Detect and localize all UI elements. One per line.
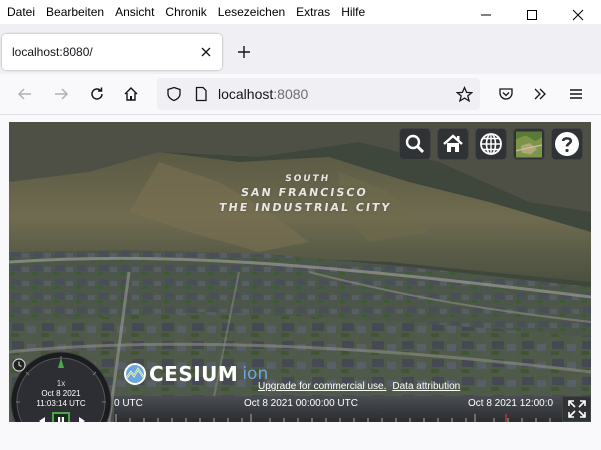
nav-bar: localhost:8080 (0, 74, 601, 115)
home-icon (443, 134, 463, 152)
fullscreen-icon (567, 400, 586, 418)
cesium-ion-logo[interactable]: CESIUM ion (123, 362, 268, 386)
play-forward-button[interactable] (74, 413, 90, 422)
timeline-label-mid: Oct 8 2021 00:00:00 UTC (244, 398, 358, 409)
plus-icon (238, 46, 250, 58)
pause-button[interactable] (52, 412, 70, 422)
upgrade-link[interactable]: Upgrade for commercial use. (258, 381, 386, 392)
menu-datei[interactable]: Datei (5, 0, 37, 24)
animation-time: 11:03:14 UTC (36, 399, 86, 408)
url-text: localhost:8080 (218, 86, 308, 102)
timeline[interactable]: 0 UTC Oct 8 2021 00:00:00 UTC Oct 8 2021… (114, 396, 562, 422)
cesium-viewer[interactable]: SOUTH SAN FRANCISCO THE INDUSTRIAL CITY … (9, 122, 591, 422)
reload-icon (91, 87, 103, 100)
imagery-icon (516, 131, 542, 157)
base-layer-picker-button[interactable] (513, 128, 545, 160)
pocket-icon (499, 88, 513, 100)
url-port: :8080 (273, 86, 309, 102)
help-button[interactable] (551, 128, 583, 160)
animation-date: Oct 8 2021 (41, 389, 81, 398)
close-icon (572, 9, 584, 21)
menu-hilfe[interactable]: Hilfe (339, 0, 367, 24)
geocoder-search-button[interactable] (399, 128, 431, 160)
pocket-button[interactable] (492, 80, 520, 108)
app-menu-button[interactable] (562, 80, 590, 108)
bookmark-button[interactable] (450, 80, 478, 108)
credits: Upgrade for commercial use. Data attribut… (258, 381, 466, 392)
menu-ansicht[interactable]: Ansicht (113, 0, 156, 24)
menu-extras[interactable]: Extras (294, 0, 332, 24)
play-forward-icon (79, 417, 85, 422)
menu-bearbeiten[interactable]: Bearbeiten (44, 0, 106, 24)
scene-mode-button[interactable] (475, 128, 507, 160)
tab-title: localhost:8080/ (12, 45, 93, 59)
hill-text-line2: SAN FRANCISCO (240, 186, 369, 199)
cesium-logo-text: CESIUM (149, 362, 239, 386)
reload-button[interactable] (83, 80, 111, 108)
tab-strip: localhost:8080/ (0, 24, 601, 74)
arrow-right-icon (55, 88, 69, 100)
search-icon (405, 134, 425, 154)
hill-text-line3: THE INDUSTRIAL CITY (218, 201, 393, 214)
animation-speed: 1x (56, 379, 66, 388)
pause-icon (58, 417, 64, 422)
overflow-icon (534, 88, 546, 100)
page-icon (195, 86, 207, 102)
arrow-left-icon (17, 88, 31, 100)
play-reverse-button[interactable] (34, 413, 50, 422)
fullscreen-button[interactable] (562, 396, 591, 422)
close-icon (201, 47, 211, 57)
home-view-button[interactable] (437, 128, 469, 160)
hill-text-line1: SOUTH (284, 174, 331, 184)
cesium-logo-icon (124, 363, 146, 385)
timeline-label-right: Oct 8 2021 12:00:0 (468, 398, 554, 409)
home-icon (124, 87, 138, 101)
animation-widget[interactable]: 1x Oct 8 2021 11:03:14 UTC (9, 350, 113, 422)
forward-button[interactable] (47, 80, 75, 108)
minimize-icon (481, 14, 491, 16)
tab-localhost[interactable]: localhost:8080/ (2, 34, 222, 70)
star-icon (455, 85, 473, 102)
maximize-icon (527, 10, 537, 20)
hamburger-menu-icon (570, 89, 582, 99)
timeline-label-left: 0 UTC (114, 398, 143, 409)
menu-lesezeichen[interactable]: Lesezeichen (216, 0, 287, 24)
globe-icon (480, 133, 502, 155)
menu-chronik[interactable]: Chronik (163, 0, 208, 24)
play-reverse-icon (39, 417, 45, 422)
data-attribution-link[interactable]: Data attribution (392, 381, 460, 392)
animation-clock-icon (12, 358, 26, 372)
overflow-button[interactable] (526, 80, 554, 108)
home-button[interactable] (117, 80, 145, 108)
new-tab-button[interactable] (234, 42, 254, 62)
back-button[interactable] (11, 80, 39, 108)
url-bar[interactable]: localhost:8080 (157, 78, 480, 110)
help-icon (555, 132, 579, 156)
tab-close-button[interactable] (198, 44, 214, 60)
shield-icon (167, 86, 181, 102)
url-host: localhost (218, 86, 274, 102)
timeline-ticks (115, 414, 551, 422)
